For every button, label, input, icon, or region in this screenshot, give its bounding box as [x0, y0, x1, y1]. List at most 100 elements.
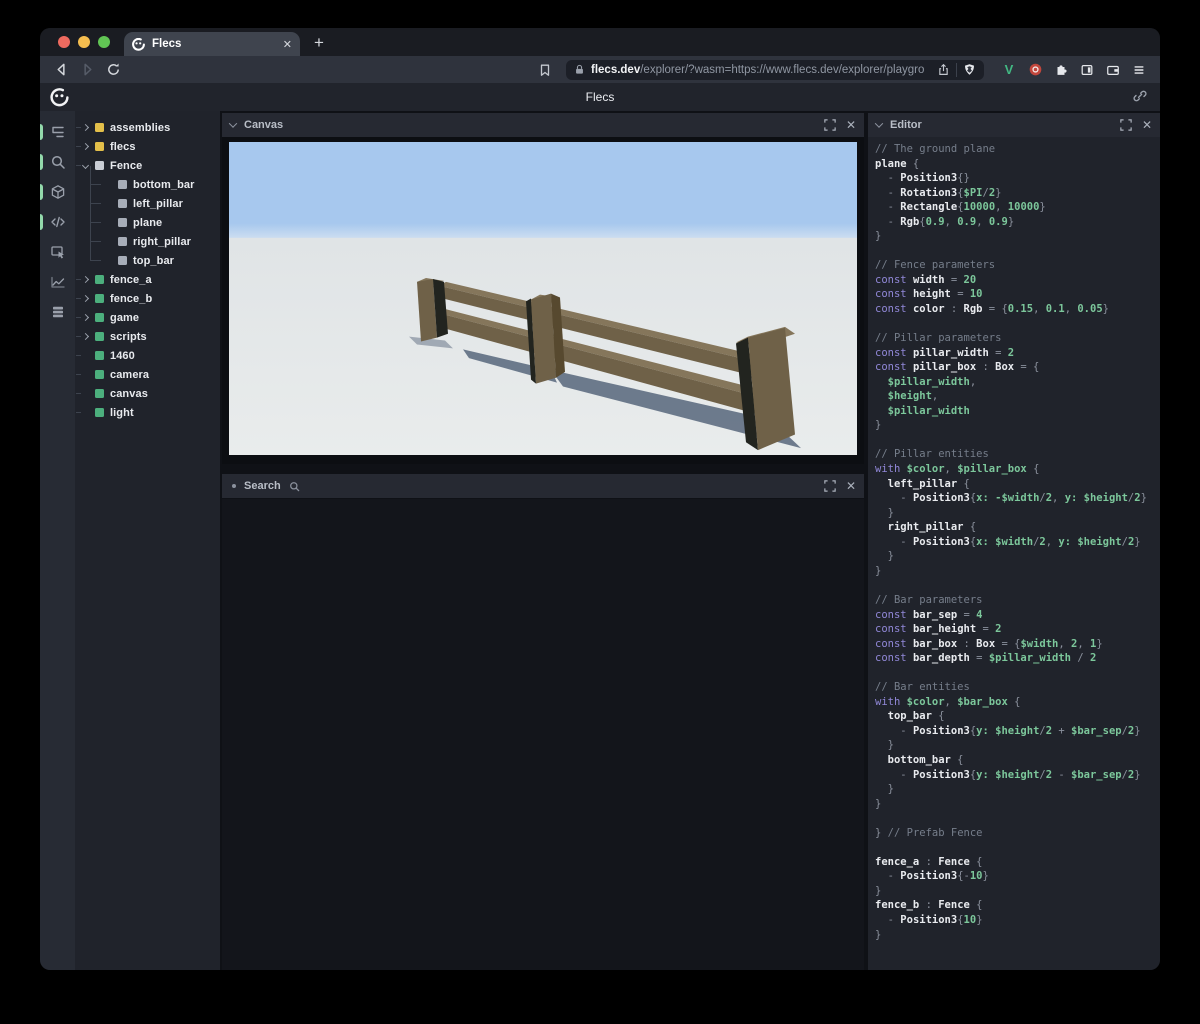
- code-line: - Position3{}: [875, 172, 970, 185]
- chevron-down-icon[interactable]: [876, 121, 884, 129]
- code-line: const bar_depth = $pillar_width / 2: [875, 652, 1097, 665]
- bookmark-icon[interactable]: [534, 59, 556, 81]
- fullscreen-icon[interactable]: [1120, 119, 1132, 131]
- reload-button[interactable]: [102, 59, 124, 81]
- editor-code[interactable]: // The ground plane plane { - Position3{}…: [875, 142, 1160, 942]
- rail-item-chart[interactable]: [40, 269, 75, 295]
- extension-badge-icon[interactable]: [1024, 59, 1046, 81]
- search-panel-title: Search: [244, 480, 281, 492]
- tree-item-light[interactable]: light: [75, 403, 220, 422]
- code-line: // Fence parameters: [875, 259, 996, 272]
- chevron-right-icon[interactable]: [82, 315, 95, 320]
- code-line: left_pillar {: [875, 477, 970, 490]
- extensions-puzzle-icon[interactable]: [1050, 59, 1072, 81]
- chevron-right-icon[interactable]: [82, 125, 95, 130]
- code-line: const height = 10: [875, 288, 983, 301]
- search-panel-body[interactable]: [222, 499, 864, 970]
- code-line: top_bar {: [875, 710, 945, 723]
- code-line: - Rgb{0.9, 0.9, 0.9}: [875, 215, 1015, 228]
- canvas-viewport[interactable]: [222, 137, 864, 464]
- minimize-window-button[interactable]: [78, 36, 90, 48]
- close-icon[interactable]: ✕: [1142, 118, 1152, 132]
- code-line: - Position3{y: $height/2 + $bar_sep/2}: [875, 724, 1141, 737]
- tree-item-label: top_bar: [133, 254, 175, 267]
- zoom-window-button[interactable]: [98, 36, 110, 48]
- brave-shield-icon[interactable]: [963, 63, 976, 76]
- tree-item-flecs[interactable]: flecs: [75, 137, 220, 156]
- code-line: }: [875, 928, 882, 941]
- forward-button[interactable]: [76, 59, 98, 81]
- entity-square-icon: [95, 294, 104, 303]
- sky: [229, 142, 857, 244]
- code-line: }: [875, 739, 894, 752]
- tree-item-top_bar[interactable]: top_bar: [75, 242, 220, 270]
- code-line: $height,: [875, 390, 939, 403]
- entity-square-icon: [118, 237, 127, 246]
- chevron-right-icon[interactable]: [82, 144, 95, 149]
- chevron-down-icon[interactable]: [230, 121, 238, 129]
- rail-item-cube[interactable]: [40, 179, 75, 205]
- editor-panel: Editor ✕ // The ground plane plane { - Po…: [866, 111, 1160, 970]
- favicon-flecs-logo-icon: [132, 37, 145, 51]
- code-line: plane {: [875, 157, 920, 170]
- entity-square-icon: [118, 256, 127, 265]
- code-line: $pillar_width,: [875, 375, 977, 388]
- code-line: }: [875, 230, 882, 243]
- rail-item-rows[interactable]: [40, 299, 75, 325]
- share-link-icon[interactable]: [1132, 88, 1148, 104]
- tree-item-scripts[interactable]: scripts: [75, 327, 220, 346]
- code-line: fence_b : Fence {: [875, 899, 983, 912]
- tab-close-icon[interactable]: ✕: [283, 38, 292, 51]
- tree-item-label: fence_a: [110, 273, 152, 286]
- entity-square-icon: [95, 351, 104, 360]
- code-line: // Bar parameters: [875, 593, 983, 606]
- menu-icon[interactable]: [1128, 59, 1150, 81]
- 3d-scene[interactable]: [229, 142, 857, 455]
- share-icon[interactable]: [937, 63, 950, 76]
- tree-item-game[interactable]: game: [75, 308, 220, 327]
- tree-item-canvas[interactable]: canvas: [75, 384, 220, 403]
- close-window-button[interactable]: [58, 36, 70, 48]
- browser-tab[interactable]: Flecs ✕: [124, 32, 300, 56]
- code-line: }: [875, 550, 894, 563]
- fullscreen-icon[interactable]: [824, 480, 836, 492]
- back-button[interactable]: [50, 59, 72, 81]
- entity-square-icon: [95, 142, 104, 151]
- entity-square-icon: [118, 218, 127, 227]
- code-line: }: [875, 797, 882, 810]
- code-line: - Position3{x: -$width/2, y: $height/2}: [875, 492, 1147, 505]
- new-tab-button[interactable]: +: [314, 33, 324, 53]
- code-line: $pillar_width: [875, 404, 970, 417]
- tree-item-fence_b[interactable]: fence_b: [75, 289, 220, 308]
- tree-item-label: camera: [110, 368, 150, 381]
- fullscreen-icon[interactable]: [824, 119, 836, 131]
- entity-square-icon: [95, 332, 104, 341]
- url-bar[interactable]: flecs.dev/explorer/?wasm=https://www.fle…: [566, 59, 984, 80]
- bullet-icon[interactable]: [232, 484, 236, 488]
- rail-item-inspect[interactable]: [40, 239, 75, 265]
- rail-item-search[interactable]: [40, 149, 75, 175]
- chevron-right-icon[interactable]: [82, 334, 95, 339]
- wallet-icon[interactable]: [1102, 59, 1124, 81]
- rail-item-hierarchy[interactable]: [40, 119, 75, 145]
- close-icon[interactable]: ✕: [846, 118, 856, 132]
- editor-panel-title: Editor: [890, 119, 922, 131]
- code-line: const pillar_width = 2: [875, 346, 1015, 359]
- sidebar-toggle-icon[interactable]: [1076, 59, 1098, 81]
- rail-item-code[interactable]: [40, 209, 75, 235]
- tree-item-assemblies[interactable]: assemblies: [75, 118, 220, 137]
- tab-title: Flecs: [152, 38, 182, 50]
- tree-item-camera[interactable]: camera: [75, 365, 220, 384]
- vue-devtools-icon[interactable]: V: [998, 59, 1020, 81]
- chevron-right-icon[interactable]: [82, 277, 95, 282]
- tree-item-1460[interactable]: 1460: [75, 346, 220, 365]
- page-title: Flecs: [585, 90, 615, 104]
- chevron-right-icon[interactable]: [82, 296, 95, 301]
- close-icon[interactable]: ✕: [846, 479, 856, 493]
- editor-panel-header: Editor ✕: [868, 113, 1160, 137]
- tree-item-fence_a[interactable]: fence_a: [75, 270, 220, 289]
- code-line: fence_a : Fence {: [875, 855, 983, 868]
- editor-body[interactable]: // The ground plane plane { - Position3{}…: [868, 137, 1160, 970]
